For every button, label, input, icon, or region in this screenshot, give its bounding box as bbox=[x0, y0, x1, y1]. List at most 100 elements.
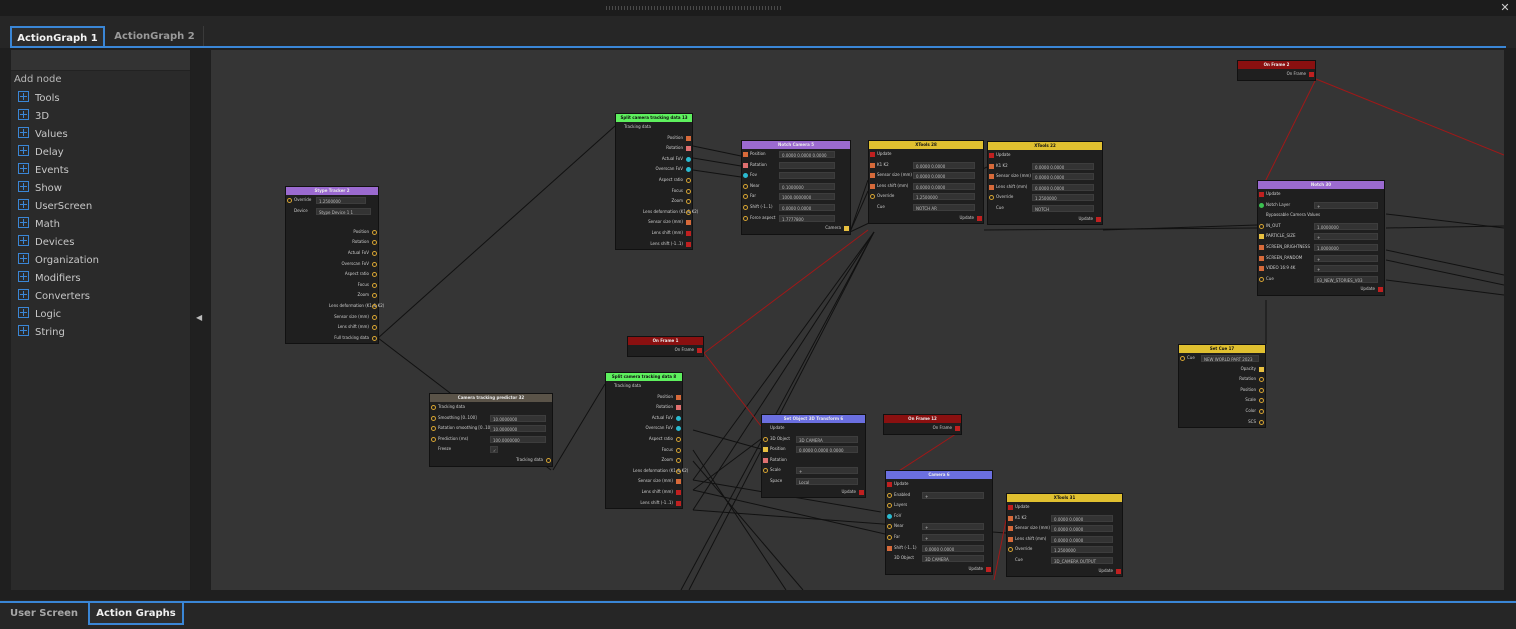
port-pin[interactable] bbox=[887, 545, 892, 551]
value-field[interactable] bbox=[779, 172, 835, 180]
connection-wire[interactable] bbox=[1102, 224, 1258, 231]
expand-plus-icon[interactable] bbox=[18, 127, 29, 138]
sidebar-item-show[interactable]: Show bbox=[18, 181, 62, 199]
connection-wire[interactable] bbox=[680, 231, 875, 590]
port-pin[interactable] bbox=[1008, 547, 1013, 553]
expand-plus-icon[interactable] bbox=[18, 325, 29, 336]
port-pin[interactable] bbox=[546, 457, 551, 463]
node-camera6[interactable]: Camera 6 Update Enabled + Layers FoV Near + Far +… bbox=[885, 470, 993, 576]
port-pin[interactable] bbox=[743, 152, 748, 157]
port-pin[interactable] bbox=[1259, 398, 1264, 404]
port-pin[interactable] bbox=[372, 282, 377, 288]
sidebar-item-3d[interactable]: 3D bbox=[18, 109, 49, 127]
port-pin[interactable] bbox=[1259, 377, 1264, 383]
port-pin[interactable] bbox=[1309, 72, 1314, 77]
port-pin[interactable] bbox=[372, 229, 377, 235]
port-pin[interactable] bbox=[1259, 223, 1264, 229]
value-field[interactable]: 0.0000 0.0000 bbox=[779, 203, 835, 211]
port-pin[interactable] bbox=[743, 194, 748, 200]
port-pin[interactable] bbox=[1259, 276, 1264, 282]
port-pin[interactable] bbox=[763, 436, 768, 442]
port-pin[interactable] bbox=[989, 163, 994, 169]
node-title[interactable]: XTools 31 bbox=[1007, 494, 1122, 502]
port-pin[interactable] bbox=[1008, 515, 1013, 521]
port-pin[interactable] bbox=[686, 156, 691, 162]
port-pin[interactable] bbox=[686, 209, 691, 215]
value-field[interactable]: 0.0000 0.0000 bbox=[1051, 514, 1113, 522]
port-pin[interactable] bbox=[676, 436, 681, 442]
sidebar-item-modifiers[interactable]: Modifiers bbox=[18, 271, 81, 289]
node-camera5[interactable]: Notch Camera 5 Position 0.0000 0.0000 0.00… bbox=[741, 140, 851, 235]
value-field[interactable]: 0.0000 0.0000 bbox=[1051, 525, 1113, 533]
port-pin[interactable] bbox=[763, 468, 768, 474]
sidebar-item-logic[interactable]: Logic bbox=[18, 307, 61, 325]
port-pin[interactable] bbox=[870, 183, 875, 189]
sidebar-item-math[interactable]: Math bbox=[18, 217, 60, 235]
port-pin[interactable] bbox=[686, 188, 691, 194]
node-xtools28[interactable]: XTools 28 Update K1 K2 0.0000 0.0000 Sensor … bbox=[868, 140, 984, 225]
tab-actiongraph-1[interactable]: ActionGraph 1 bbox=[10, 26, 105, 48]
port-pin[interactable] bbox=[1180, 356, 1185, 361]
node-title[interactable]: On Frame 2 bbox=[1238, 61, 1315, 69]
port-pin[interactable] bbox=[844, 226, 849, 232]
node-title[interactable]: On Frame 1 bbox=[628, 337, 703, 345]
port-pin[interactable] bbox=[989, 195, 994, 201]
value-field[interactable]: 0.0000 0.0000 bbox=[1032, 162, 1094, 170]
port-pin[interactable] bbox=[1008, 505, 1013, 510]
port-pin[interactable] bbox=[1259, 387, 1264, 393]
node-stype[interactable]: Stype Tracker 2 Override 1.2500000 Device St… bbox=[285, 186, 384, 345]
value-field[interactable]: + bbox=[1314, 201, 1378, 209]
expand-plus-icon[interactable] bbox=[18, 163, 29, 174]
port-pin[interactable] bbox=[763, 447, 768, 453]
port-pin[interactable] bbox=[686, 241, 691, 247]
node-title[interactable]: On Frame 12 bbox=[884, 415, 961, 423]
connection-wire[interactable] bbox=[703, 352, 762, 427]
port-pin[interactable] bbox=[870, 162, 875, 168]
expand-plus-icon[interactable] bbox=[18, 307, 29, 318]
value-field[interactable]: 3D CAMERA bbox=[796, 435, 858, 443]
port-pin[interactable] bbox=[686, 177, 691, 183]
node-setcue[interactable]: Set Cue 17 Cue NEW WORLD PART 2023 Opacity R… bbox=[1178, 344, 1266, 429]
port-pin[interactable] bbox=[887, 524, 892, 530]
node-title[interactable]: Split camera tracking data 8 bbox=[606, 373, 682, 381]
node-title[interactable]: Notch 30 bbox=[1258, 181, 1384, 189]
port-pin[interactable] bbox=[743, 162, 748, 168]
node-title[interactable]: Set Object 3D Transform 6 bbox=[762, 415, 865, 423]
port-pin[interactable] bbox=[743, 215, 748, 221]
expand-plus-icon[interactable] bbox=[18, 289, 29, 300]
node-title[interactable]: Camera tracking predictor 32 bbox=[430, 394, 552, 402]
port-pin[interactable] bbox=[431, 436, 436, 442]
port-pin[interactable] bbox=[743, 204, 748, 210]
value-field[interactable]: 1.2500000 bbox=[1032, 194, 1094, 202]
value-field[interactable] bbox=[779, 161, 835, 169]
value-field[interactable]: 3D_CAMERA OUTPUT bbox=[1051, 556, 1113, 564]
value-field[interactable]: + bbox=[922, 491, 984, 499]
port-pin[interactable] bbox=[676, 489, 681, 495]
value-field[interactable]: 1.2500000 bbox=[1051, 546, 1113, 554]
value-field[interactable]: + bbox=[1314, 233, 1378, 241]
node-transform[interactable]: Set Object 3D Transform 6 Update 3D Object… bbox=[761, 414, 866, 499]
port-pin[interactable] bbox=[697, 348, 702, 353]
value-field[interactable]: 100.0000000 bbox=[490, 435, 546, 443]
port-pin[interactable] bbox=[1008, 526, 1013, 532]
port-pin[interactable] bbox=[1096, 216, 1101, 222]
port-pin[interactable] bbox=[372, 303, 377, 309]
connection-wire[interactable] bbox=[1315, 78, 1504, 156]
port-pin[interactable] bbox=[870, 194, 875, 200]
port-pin[interactable] bbox=[887, 513, 892, 519]
port-pin[interactable] bbox=[686, 199, 691, 205]
port-pin[interactable] bbox=[1378, 287, 1383, 293]
expand-plus-icon[interactable] bbox=[18, 217, 29, 228]
value-field[interactable]: + bbox=[1314, 265, 1378, 273]
port-pin[interactable] bbox=[372, 335, 377, 341]
port-pin[interactable] bbox=[676, 479, 681, 485]
expand-plus-icon[interactable] bbox=[18, 109, 29, 120]
port-pin[interactable] bbox=[372, 272, 377, 278]
value-field[interactable]: 10.0000000 bbox=[490, 414, 546, 422]
node-split1[interactable]: Split camera tracking data 13 Tracking da… bbox=[615, 113, 698, 251]
node-onframe-mid[interactable]: On Frame 1 On Frame bbox=[627, 336, 704, 357]
node-title[interactable]: Stype Tracker 2 bbox=[286, 187, 378, 195]
port-pin[interactable] bbox=[989, 174, 994, 180]
value-field[interactable]: 0.0000 0.0000 bbox=[1032, 183, 1094, 191]
node-split2[interactable]: Split camera tracking data 8 Tracking dat… bbox=[605, 372, 688, 510]
